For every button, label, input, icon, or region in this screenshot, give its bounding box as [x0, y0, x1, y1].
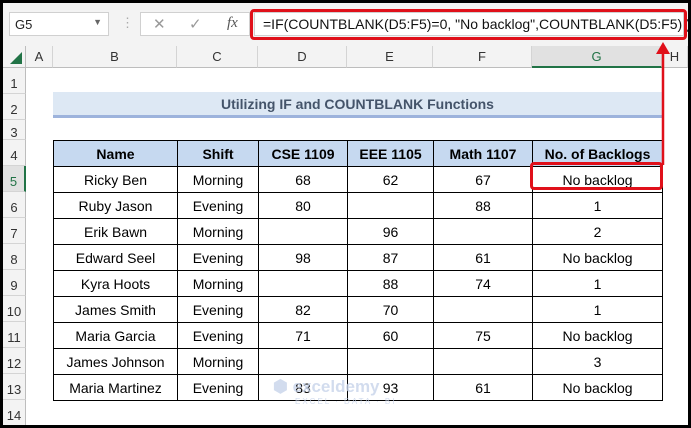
table-cell[interactable]: 60 [347, 322, 434, 349]
table-cell[interactable]: Evening [177, 322, 259, 349]
table-cell[interactable]: 62 [347, 166, 434, 193]
table-cell[interactable]: 1 [532, 270, 663, 297]
table-cell[interactable] [433, 348, 533, 375]
chevron-down-icon[interactable]: ▼ [93, 17, 102, 27]
row-header-14[interactable]: 14 [3, 400, 26, 425]
row-header-2[interactable]: 2 [3, 94, 26, 120]
sheet-title: Utilizing IF and COUNTBLANK Functions [53, 92, 662, 118]
table-cell[interactable]: Erik Bawn [53, 218, 178, 245]
formula-highlight [250, 9, 687, 40]
table-cell[interactable]: Maria Garcia [53, 322, 178, 349]
row-header-12[interactable]: 12 [3, 348, 26, 374]
row-header-13[interactable]: 13 [3, 374, 26, 400]
column-header-E[interactable]: E [347, 46, 433, 68]
fx-icon[interactable]: fx [227, 15, 238, 32]
more-icon: ⋮ [121, 15, 134, 30]
table-cell[interactable]: 98 [258, 244, 348, 271]
row-header-10[interactable]: 10 [3, 296, 26, 322]
table-cell[interactable]: James Smith [53, 296, 178, 323]
table-cell[interactable]: 3 [532, 348, 663, 375]
table-cell[interactable]: 74 [433, 270, 533, 297]
row-header-8[interactable]: 8 [3, 244, 26, 270]
table-header-cell[interactable]: Math 1107 [433, 140, 533, 167]
row-header-1[interactable]: 1 [3, 68, 26, 94]
exceldemy-watermark: ⬢ exceldemy EXCEL · DATA · BI [273, 377, 396, 406]
table-cell[interactable]: No backlog [532, 322, 663, 349]
column-header-C[interactable]: C [177, 46, 258, 68]
column-header-A[interactable]: A [26, 46, 53, 68]
row-header-6[interactable]: 6 [3, 192, 26, 218]
cell-highlight [530, 162, 663, 190]
table-header-cell[interactable]: Name [53, 140, 178, 167]
table-cell[interactable]: Evening [177, 244, 259, 271]
table-cell[interactable]: 70 [347, 296, 434, 323]
table-cell[interactable] [258, 270, 348, 297]
table-cell[interactable]: Evening [177, 296, 259, 323]
table-cell[interactable] [347, 192, 434, 219]
column-header-D[interactable]: D [258, 46, 347, 68]
row-header-11[interactable]: 11 [3, 322, 26, 348]
table-cell[interactable]: 80 [258, 192, 348, 219]
table-cell[interactable]: James Johnson [53, 348, 178, 375]
row-header-9[interactable]: 9 [3, 270, 26, 296]
table-cell[interactable]: Evening [177, 192, 259, 219]
table-cell[interactable]: 67 [433, 166, 533, 193]
check-icon[interactable]: ✓ [189, 15, 202, 33]
table-cell[interactable]: No backlog [532, 374, 663, 401]
table-cell[interactable] [347, 348, 434, 375]
table-cell[interactable] [433, 296, 533, 323]
table-cell[interactable] [258, 218, 348, 245]
table-cell[interactable]: 2 [532, 218, 663, 245]
table-cell[interactable]: 61 [433, 374, 533, 401]
table-cell[interactable]: No backlog [532, 244, 663, 271]
row-header-7[interactable]: 7 [3, 218, 26, 244]
row-header-3[interactable]: 3 [3, 120, 26, 140]
table-cell[interactable]: Kyra Hoots [53, 270, 178, 297]
table-cell[interactable]: Ruby Jason [53, 192, 178, 219]
table-cell[interactable]: Morning [177, 218, 259, 245]
watermark-logo: ⬢ exceldemy [273, 377, 380, 396]
table-cell[interactable]: 82 [258, 296, 348, 323]
table-cell[interactable]: 1 [532, 192, 663, 219]
table-header-cell[interactable]: CSE 1109 [258, 140, 348, 167]
table-cell[interactable]: 88 [433, 192, 533, 219]
table-cell[interactable]: Edward Seel [53, 244, 178, 271]
table-cell[interactable]: Evening [177, 374, 259, 401]
table-cell[interactable]: Morning [177, 166, 259, 193]
table-header-cell[interactable]: Shift [177, 140, 259, 167]
row-header-5[interactable]: 5 [3, 166, 26, 192]
row-header-4[interactable]: 4 [3, 140, 26, 166]
table-header-cell[interactable]: EEE 1105 [347, 140, 434, 167]
table-cell[interactable]: Ricky Ben [53, 166, 178, 193]
table-cell[interactable]: 1 [532, 296, 663, 323]
name-box[interactable]: G5 ▼ [9, 12, 109, 36]
table-cell[interactable]: 87 [347, 244, 434, 271]
table-cell[interactable]: 61 [433, 244, 533, 271]
table-cell[interactable]: 88 [347, 270, 434, 297]
arrow-icon [656, 42, 670, 165]
excel-window: G5 ▼ ⋮ ✕ ✓ fx =IF(COUNTBLANK(D5:F5)=0, "N… [3, 3, 688, 425]
table-cell[interactable]: 68 [258, 166, 348, 193]
x-icon[interactable]: ✕ [153, 15, 166, 33]
table-cell[interactable] [433, 218, 533, 245]
table-cell[interactable]: 71 [258, 322, 348, 349]
formula-buttons: ✕ ✓ fx [140, 12, 250, 36]
table-cell[interactable]: Morning [177, 270, 259, 297]
table-cell[interactable]: Maria Martinez [53, 374, 178, 401]
table-cell[interactable]: Morning [177, 348, 259, 375]
table-cell[interactable]: 96 [347, 218, 434, 245]
table-cell[interactable]: 75 [433, 322, 533, 349]
table-cell[interactable] [258, 348, 348, 375]
column-header-F[interactable]: F [433, 46, 532, 68]
column-header-G[interactable]: G [532, 46, 662, 68]
name-box-value: G5 [15, 17, 33, 32]
watermark-tagline: EXCEL · DATA · BI [295, 397, 397, 406]
select-all-button[interactable] [3, 46, 26, 68]
column-header-B[interactable]: B [53, 46, 177, 68]
